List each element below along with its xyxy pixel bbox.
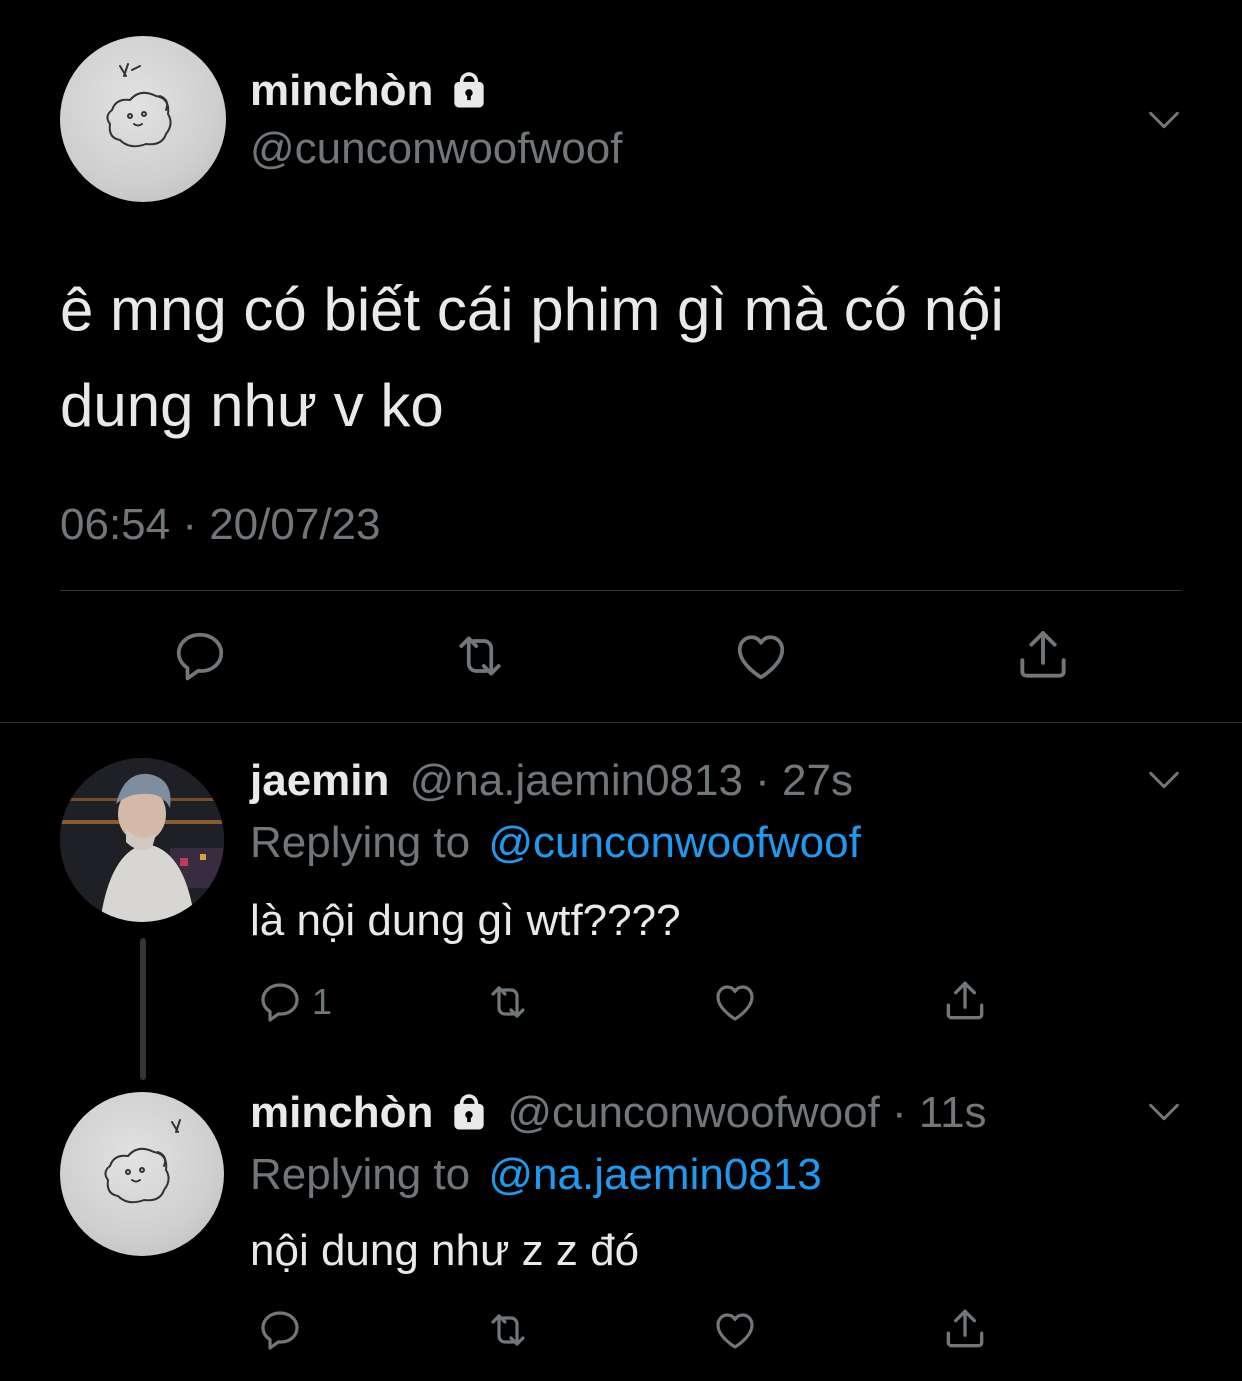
tweet-text-line: dung như v ko bbox=[60, 372, 444, 439]
author-avatar[interactable] bbox=[60, 36, 226, 202]
share-icon[interactable] bbox=[1012, 624, 1074, 686]
reply-avatar[interactable] bbox=[60, 758, 224, 922]
reply-icon[interactable] bbox=[256, 1306, 304, 1354]
chevron-down-icon[interactable] bbox=[1144, 760, 1184, 800]
retweet-icon[interactable] bbox=[448, 626, 512, 686]
reply-count: 1 bbox=[312, 981, 333, 1022]
divider bbox=[0, 722, 1242, 723]
replying-to: Replying to @na.jaemin0813 bbox=[250, 1150, 822, 1200]
reply-header: minchòn @cunconwoofwoof · 11s bbox=[250, 1088, 987, 1138]
reply-text: là nội dung gì wtf???? bbox=[250, 896, 681, 945]
replying-to-label: Replying to bbox=[250, 1150, 471, 1199]
chevron-down-icon[interactable] bbox=[1144, 1092, 1184, 1132]
reply-avatar[interactable] bbox=[60, 1092, 224, 1256]
author-name-row[interactable]: minchòn bbox=[250, 66, 491, 116]
like-icon[interactable] bbox=[730, 626, 792, 686]
reply-handle-time[interactable]: @cunconwoofwoof · 11s bbox=[507, 1088, 986, 1138]
divider bbox=[60, 590, 1182, 591]
reply-icon[interactable] bbox=[256, 978, 304, 1026]
reply-author-name[interactable]: minchòn bbox=[250, 1088, 433, 1138]
tweet-text: ê mng có biết cái phim gì mà có nội dung… bbox=[60, 262, 1004, 454]
like-icon[interactable] bbox=[710, 1306, 760, 1354]
reply-header: jaemin @na.jaemin0813 · 27s bbox=[250, 756, 853, 806]
replying-to-label: Replying to bbox=[250, 818, 471, 867]
share-icon[interactable] bbox=[940, 1304, 990, 1354]
thread-connector bbox=[140, 938, 146, 1080]
replying-to: Replying to @cunconwoofwoof bbox=[250, 818, 861, 868]
retweet-icon[interactable] bbox=[480, 1306, 536, 1354]
reply-action-reply[interactable]: 1 bbox=[256, 978, 332, 1026]
tweet-text-line: ê mng có biết cái phim gì mà có nội bbox=[60, 276, 1004, 343]
reply-author-name[interactable]: jaemin bbox=[250, 756, 389, 805]
reply-handle-time[interactable]: @na.jaemin0813 · 27s bbox=[410, 756, 853, 805]
like-icon[interactable] bbox=[710, 978, 760, 1026]
share-icon[interactable] bbox=[940, 976, 990, 1026]
chevron-down-icon[interactable] bbox=[1144, 100, 1184, 140]
reply-icon[interactable] bbox=[170, 626, 230, 686]
retweet-icon[interactable] bbox=[480, 978, 536, 1026]
reply-text: nội dung như z z đó bbox=[250, 1226, 640, 1275]
lock-icon bbox=[447, 1091, 491, 1135]
replying-to-link[interactable]: @na.jaemin0813 bbox=[488, 1150, 821, 1199]
author-name[interactable]: minchòn bbox=[250, 66, 433, 116]
tweet-timestamp[interactable]: 06:54 · 20/07/23 bbox=[60, 500, 380, 550]
lock-icon bbox=[447, 69, 491, 113]
replying-to-link[interactable]: @cunconwoofwoof bbox=[488, 818, 860, 867]
author-handle[interactable]: @cunconwoofwoof bbox=[250, 124, 622, 174]
